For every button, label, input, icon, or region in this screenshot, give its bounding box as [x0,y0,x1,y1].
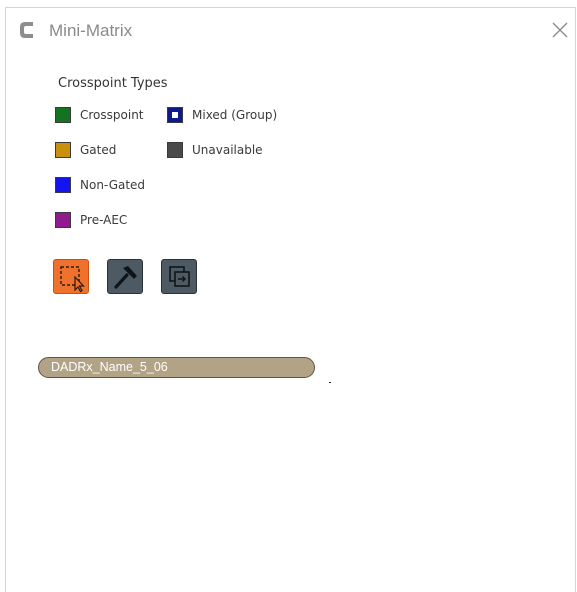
app-logo-icon [20,22,33,38]
selection-tool-icon [60,266,85,293]
legend-label: Pre-AEC [80,213,128,227]
unavailable-swatch [167,142,183,158]
pre-aec-swatch [55,212,71,228]
crosspoint-swatch [55,107,71,123]
title-bar: Mini-Matrix [6,8,575,52]
hammer-tool-button[interactable] [107,259,143,294]
close-icon[interactable] [549,19,571,41]
gated-swatch [55,142,71,158]
legend-label: Unavailable [192,143,263,157]
mixed-group-swatch [167,107,183,123]
channel-pill[interactable]: DADRx_Name_5_06 [38,357,315,378]
copy-tool-button[interactable] [161,259,197,294]
copy-icon [169,266,190,287]
hammer-icon [114,266,137,289]
stray-dot [329,382,331,383]
legend-label: Gated [80,143,117,157]
legend-title: Crosspoint Types [58,76,168,91]
legend-label: Mixed (Group) [192,108,278,122]
selection-tool-button[interactable] [53,259,89,294]
window-title: Mini-Matrix [49,21,133,40]
legend-label: Crosspoint [80,108,144,122]
legend-label: Non-Gated [80,178,146,192]
mini-matrix-window: Mini-Matrix Crosspoint Types Crosspoint … [5,7,576,592]
non-gated-swatch [55,177,71,193]
channel-label: DADRx_Name_5_06 [51,360,168,374]
